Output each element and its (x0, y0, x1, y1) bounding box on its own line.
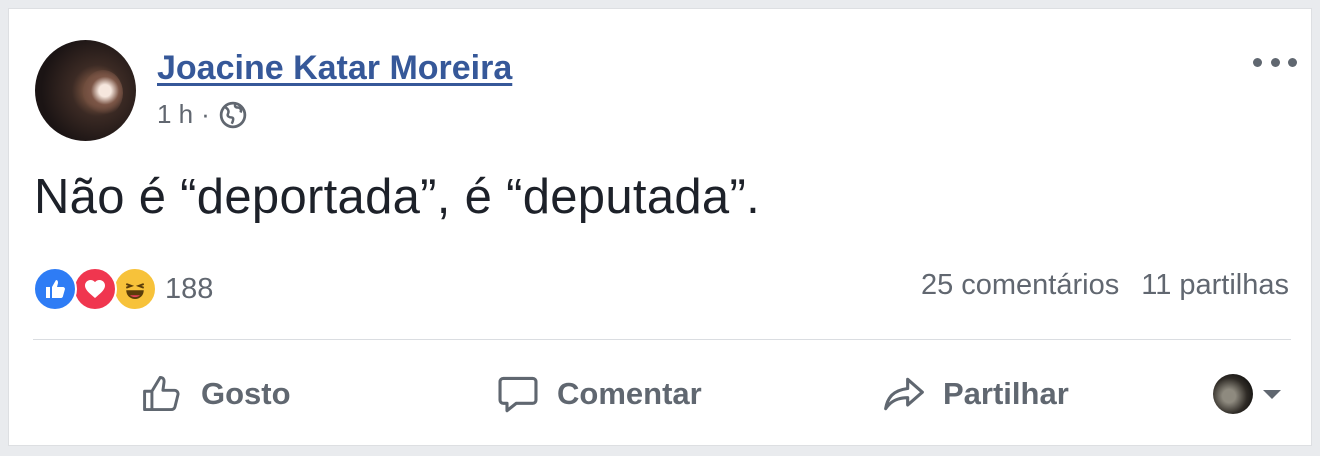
author-name-link[interactable]: Joacine Katar Moreira (157, 49, 512, 88)
post-meta: 1 h · (157, 99, 248, 130)
post-text: Não é “deportada”, é “deputada”. (34, 170, 761, 224)
user-avatar (1213, 374, 1253, 414)
share-label: Partilhar (943, 376, 1069, 411)
post-time[interactable]: 1 h (157, 99, 193, 130)
like-button[interactable]: Gosto (139, 372, 291, 416)
thumbs-up-icon (139, 372, 185, 416)
like-icon (33, 267, 77, 311)
comment-label: Comentar (557, 376, 702, 411)
reaction-count: 188 (165, 272, 214, 305)
haha-icon (113, 267, 157, 311)
post-card: Joacine Katar Moreira 1 h · Não é “depor… (8, 8, 1312, 446)
like-label: Gosto (201, 376, 291, 411)
action-bar: Gosto Comentar Partilhar (33, 354, 1291, 426)
share-button[interactable]: Partilhar (881, 372, 1069, 416)
chevron-down-icon (1263, 389, 1281, 399)
meta-separator: · (201, 99, 210, 129)
post-as-selector[interactable] (1213, 374, 1281, 414)
love-icon (73, 267, 117, 311)
divider (33, 339, 1291, 340)
share-arrow-icon (881, 372, 927, 416)
comments-count-link[interactable]: 25 comentários (921, 269, 1119, 302)
more-options-icon[interactable] (1253, 47, 1297, 77)
engagement-stats: 25 comentários 11 partilhas (921, 269, 1289, 302)
comment-bubble-icon (495, 372, 541, 416)
globe-icon[interactable] (218, 100, 248, 130)
reactions-summary[interactable]: 188 (33, 265, 213, 313)
author-avatar[interactable] (35, 40, 136, 141)
shares-count-link[interactable]: 11 partilhas (1141, 269, 1289, 302)
comment-button[interactable]: Comentar (495, 372, 702, 416)
